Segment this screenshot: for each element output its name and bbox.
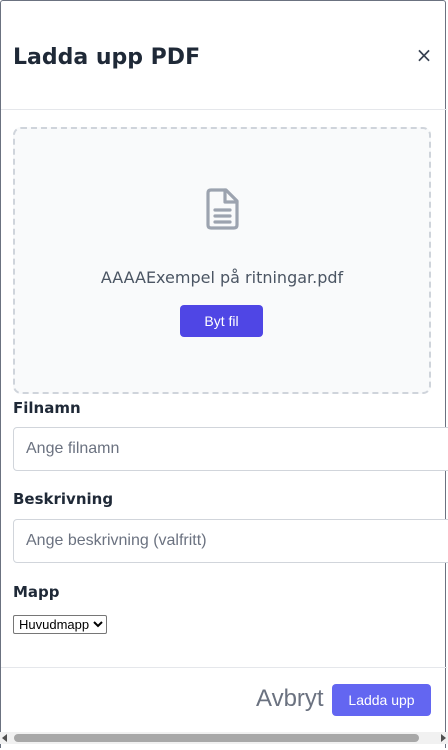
file-dropzone[interactable]: AAAAExempel på ritningar.pdf Byt fil — [13, 127, 431, 394]
horizontal-scrollbar[interactable] — [0, 732, 448, 744]
upload-button[interactable]: Ladda upp — [332, 684, 431, 716]
folder-label: Mapp — [13, 583, 60, 601]
change-file-button[interactable]: Byt fil — [180, 305, 263, 337]
upload-modal: Ladda upp PDF × AAAAExempel på ritningar… — [0, 0, 448, 748]
folder-select[interactable]: Huvudmapp — [13, 615, 107, 634]
cancel-button[interactable]: Avbryt — [256, 685, 324, 713]
modal-title: Ladda upp PDF — [13, 45, 201, 70]
description-label: Beskrivning — [13, 490, 114, 508]
filename-label: Filnamn — [13, 399, 81, 417]
close-icon[interactable]: × — [415, 43, 433, 67]
filename-input[interactable] — [13, 427, 448, 471]
modal-header: Ladda upp PDF × — [1, 1, 447, 110]
modal-footer — [1, 667, 447, 668]
scroll-right-icon[interactable] — [441, 734, 446, 742]
scrollbar-thumb[interactable] — [14, 734, 419, 742]
document-icon — [206, 188, 239, 230]
selected-file-name: AAAAExempel på ritningar.pdf — [100, 268, 344, 287]
scroll-left-icon[interactable] — [2, 734, 7, 742]
description-input[interactable] — [13, 519, 448, 563]
